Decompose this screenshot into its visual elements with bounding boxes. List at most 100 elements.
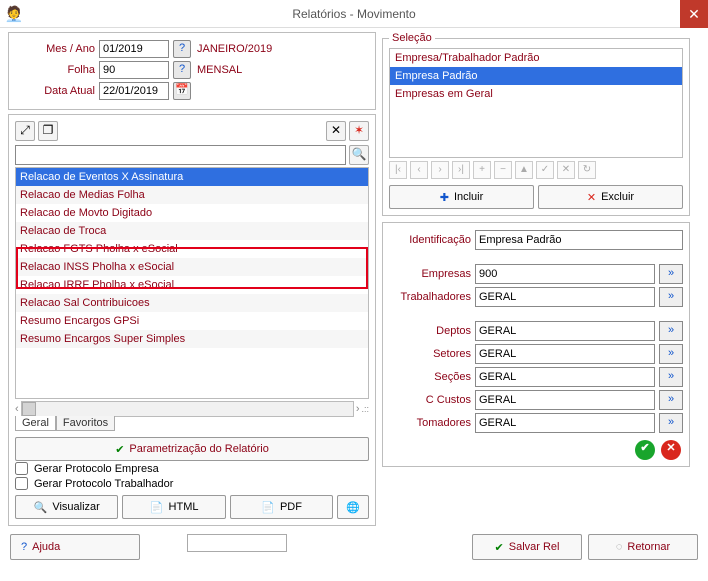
secoes-go-icon[interactable]: »	[659, 367, 683, 387]
nav-cancel-icon[interactable]: ✕	[557, 161, 575, 179]
ident-fieldset: Identificação Empresas » Trabalhadores »…	[382, 222, 690, 467]
incluir-label: Incluir	[454, 191, 483, 203]
mesano-input[interactable]	[99, 40, 169, 58]
report-row[interactable]: Relacao FGTS Pholha x eSocial	[16, 240, 368, 258]
tom-input[interactable]	[475, 413, 655, 433]
selecao-list[interactable]: Empresa/Trabalhador PadrãoEmpresa Padrão…	[389, 48, 683, 158]
nav-first-icon[interactable]: |‹	[389, 161, 407, 179]
folha-label: Folha	[15, 64, 95, 76]
clear-icon[interactable]: ✕	[326, 121, 346, 141]
nav-post-icon[interactable]: ✓	[536, 161, 554, 179]
folha-display: MENSAL	[197, 64, 242, 76]
folha-help-icon[interactable]: ?	[173, 61, 191, 79]
ccustos-go-icon[interactable]: »	[659, 390, 683, 410]
incluir-button[interactable]: ✚ Incluir	[389, 185, 534, 209]
trab-go-icon[interactable]: »	[659, 287, 683, 307]
tab-geral[interactable]: Geral	[15, 416, 56, 431]
ccustos-label: C Custos	[389, 394, 471, 406]
resize-grip-icon[interactable]: .::	[361, 404, 369, 414]
report-row[interactable]: Relacao INSS Pholha x eSocial	[16, 258, 368, 276]
plus-icon: ✚	[440, 191, 449, 204]
nav-insert-icon[interactable]: +	[473, 161, 491, 179]
window-close-button[interactable]: ✕	[680, 0, 708, 28]
horizontal-scrollbar[interactable]	[21, 401, 354, 417]
nav-last-icon[interactable]: ›|	[452, 161, 470, 179]
progress-bar	[187, 534, 287, 552]
report-row[interactable]: Relacao de Medias Folha	[16, 186, 368, 204]
x-icon: ✕	[587, 191, 596, 204]
report-row[interactable]: Resumo Encargos GPSi	[16, 312, 368, 330]
html-button[interactable]: 📄 HTML	[122, 495, 225, 519]
tom-go-icon[interactable]: »	[659, 413, 683, 433]
star-icon[interactable]: ✶	[349, 121, 369, 141]
globe-button[interactable]: 🌐	[337, 495, 369, 519]
report-row[interactable]: Relacao Sal Contribuicoes	[16, 294, 368, 312]
gera-proto-empresa-checkbox[interactable]	[15, 462, 28, 475]
visualizar-button[interactable]: 🔍 Visualizar	[15, 495, 118, 519]
report-row[interactable]: Relacao de Movto Digitado	[16, 204, 368, 222]
empresas-go-icon[interactable]: »	[659, 264, 683, 284]
data-label: Data Atual	[15, 85, 95, 97]
report-row[interactable]: Resumo Encargos Super Simples	[16, 330, 368, 348]
search-input[interactable]	[15, 145, 346, 165]
ccustos-input[interactable]	[475, 390, 655, 410]
nav-delete-icon[interactable]: −	[494, 161, 512, 179]
data-input[interactable]	[99, 82, 169, 100]
nav-prev-icon[interactable]: ‹	[410, 161, 428, 179]
check-green-icon: ✔	[495, 541, 504, 554]
report-list[interactable]: Relacao de Eventos X AssinaturaRelacao d…	[15, 167, 369, 399]
param-report-button[interactable]: ✔ Parametrização do Relatório	[15, 437, 369, 461]
gera-proto-trab-label: Gerar Protocolo Trabalhador	[34, 478, 173, 490]
app-icon: 🧑‍💼	[0, 5, 28, 23]
check-icon: ✔	[115, 443, 124, 456]
retornar-button[interactable]: ◌ Retornar	[588, 534, 698, 560]
salvar-rel-button[interactable]: ✔ Salvar Rel	[472, 534, 582, 560]
report-row[interactable]: Relacao IRRF Pholha x eSocial	[16, 276, 368, 294]
report-list-fieldset: ⤢ ❐ ✕ ✶ 🔍 Relacao de Eventos X Assinatur…	[8, 114, 376, 526]
ajuda-label: Ajuda	[32, 541, 60, 553]
secoes-input[interactable]	[475, 367, 655, 387]
deptos-go-icon[interactable]: »	[659, 321, 683, 341]
selecao-row[interactable]: Empresa/Trabalhador Padrão	[390, 49, 682, 67]
magnifier-icon: 🔍	[34, 501, 48, 514]
ident-input[interactable]	[475, 230, 683, 250]
selecao-fieldset: Seleção Empresa/Trabalhador PadrãoEmpres…	[382, 32, 690, 216]
excluir-label: Excluir	[601, 191, 634, 203]
setores-go-icon[interactable]: »	[659, 344, 683, 364]
pdf-button[interactable]: 📄 PDF	[230, 495, 333, 519]
setores-label: Setores	[389, 348, 471, 360]
gera-proto-empresa-label: Gerar Protocolo Empresa	[34, 463, 159, 475]
report-row[interactable]: Relacao de Troca	[16, 222, 368, 240]
folha-input[interactable]	[99, 61, 169, 79]
deptos-input[interactable]	[475, 321, 655, 341]
selecao-row[interactable]: Empresa Padrão	[390, 67, 682, 85]
copy-icon[interactable]: ❐	[38, 121, 58, 141]
mesano-help-icon[interactable]: ?	[173, 40, 191, 58]
help-icon: ?	[21, 541, 27, 553]
search-icon[interactable]: 🔍	[349, 145, 369, 165]
params-fieldset: Mes / Ano ? JANEIRO/2019 Folha ? MENSAL …	[8, 32, 376, 110]
tab-favoritos[interactable]: Favoritos	[56, 416, 115, 431]
nav-refresh-icon[interactable]: ↻	[578, 161, 596, 179]
empresas-input[interactable]	[475, 264, 655, 284]
report-row[interactable]: Relacao de Eventos X Assinatura	[16, 168, 368, 186]
expand-icon[interactable]: ⤢	[15, 121, 35, 141]
gera-proto-trab-checkbox[interactable]	[15, 477, 28, 490]
empresas-label: Empresas	[389, 268, 471, 280]
nav-next-icon[interactable]: ›	[431, 161, 449, 179]
scroll-left-icon[interactable]: ‹	[15, 403, 19, 415]
trab-input[interactable]	[475, 287, 655, 307]
tom-label: Tomadores	[389, 417, 471, 429]
nav-edit-icon[interactable]: ▲	[515, 161, 533, 179]
ajuda-button[interactable]: ? Ajuda	[10, 534, 140, 560]
setores-input[interactable]	[475, 344, 655, 364]
calendar-icon[interactable]: 📅	[173, 82, 191, 100]
confirm-button[interactable]: ✔	[635, 440, 655, 460]
secoes-label: Seções	[389, 371, 471, 383]
reject-button[interactable]: ✕	[661, 440, 681, 460]
mesano-display: JANEIRO/2019	[197, 43, 272, 55]
selecao-row[interactable]: Empresas em Geral	[390, 85, 682, 103]
excluir-button[interactable]: ✕ Excluir	[538, 185, 683, 209]
globe-icon: 🌐	[346, 501, 360, 514]
scroll-right-icon[interactable]: ›	[356, 403, 360, 415]
